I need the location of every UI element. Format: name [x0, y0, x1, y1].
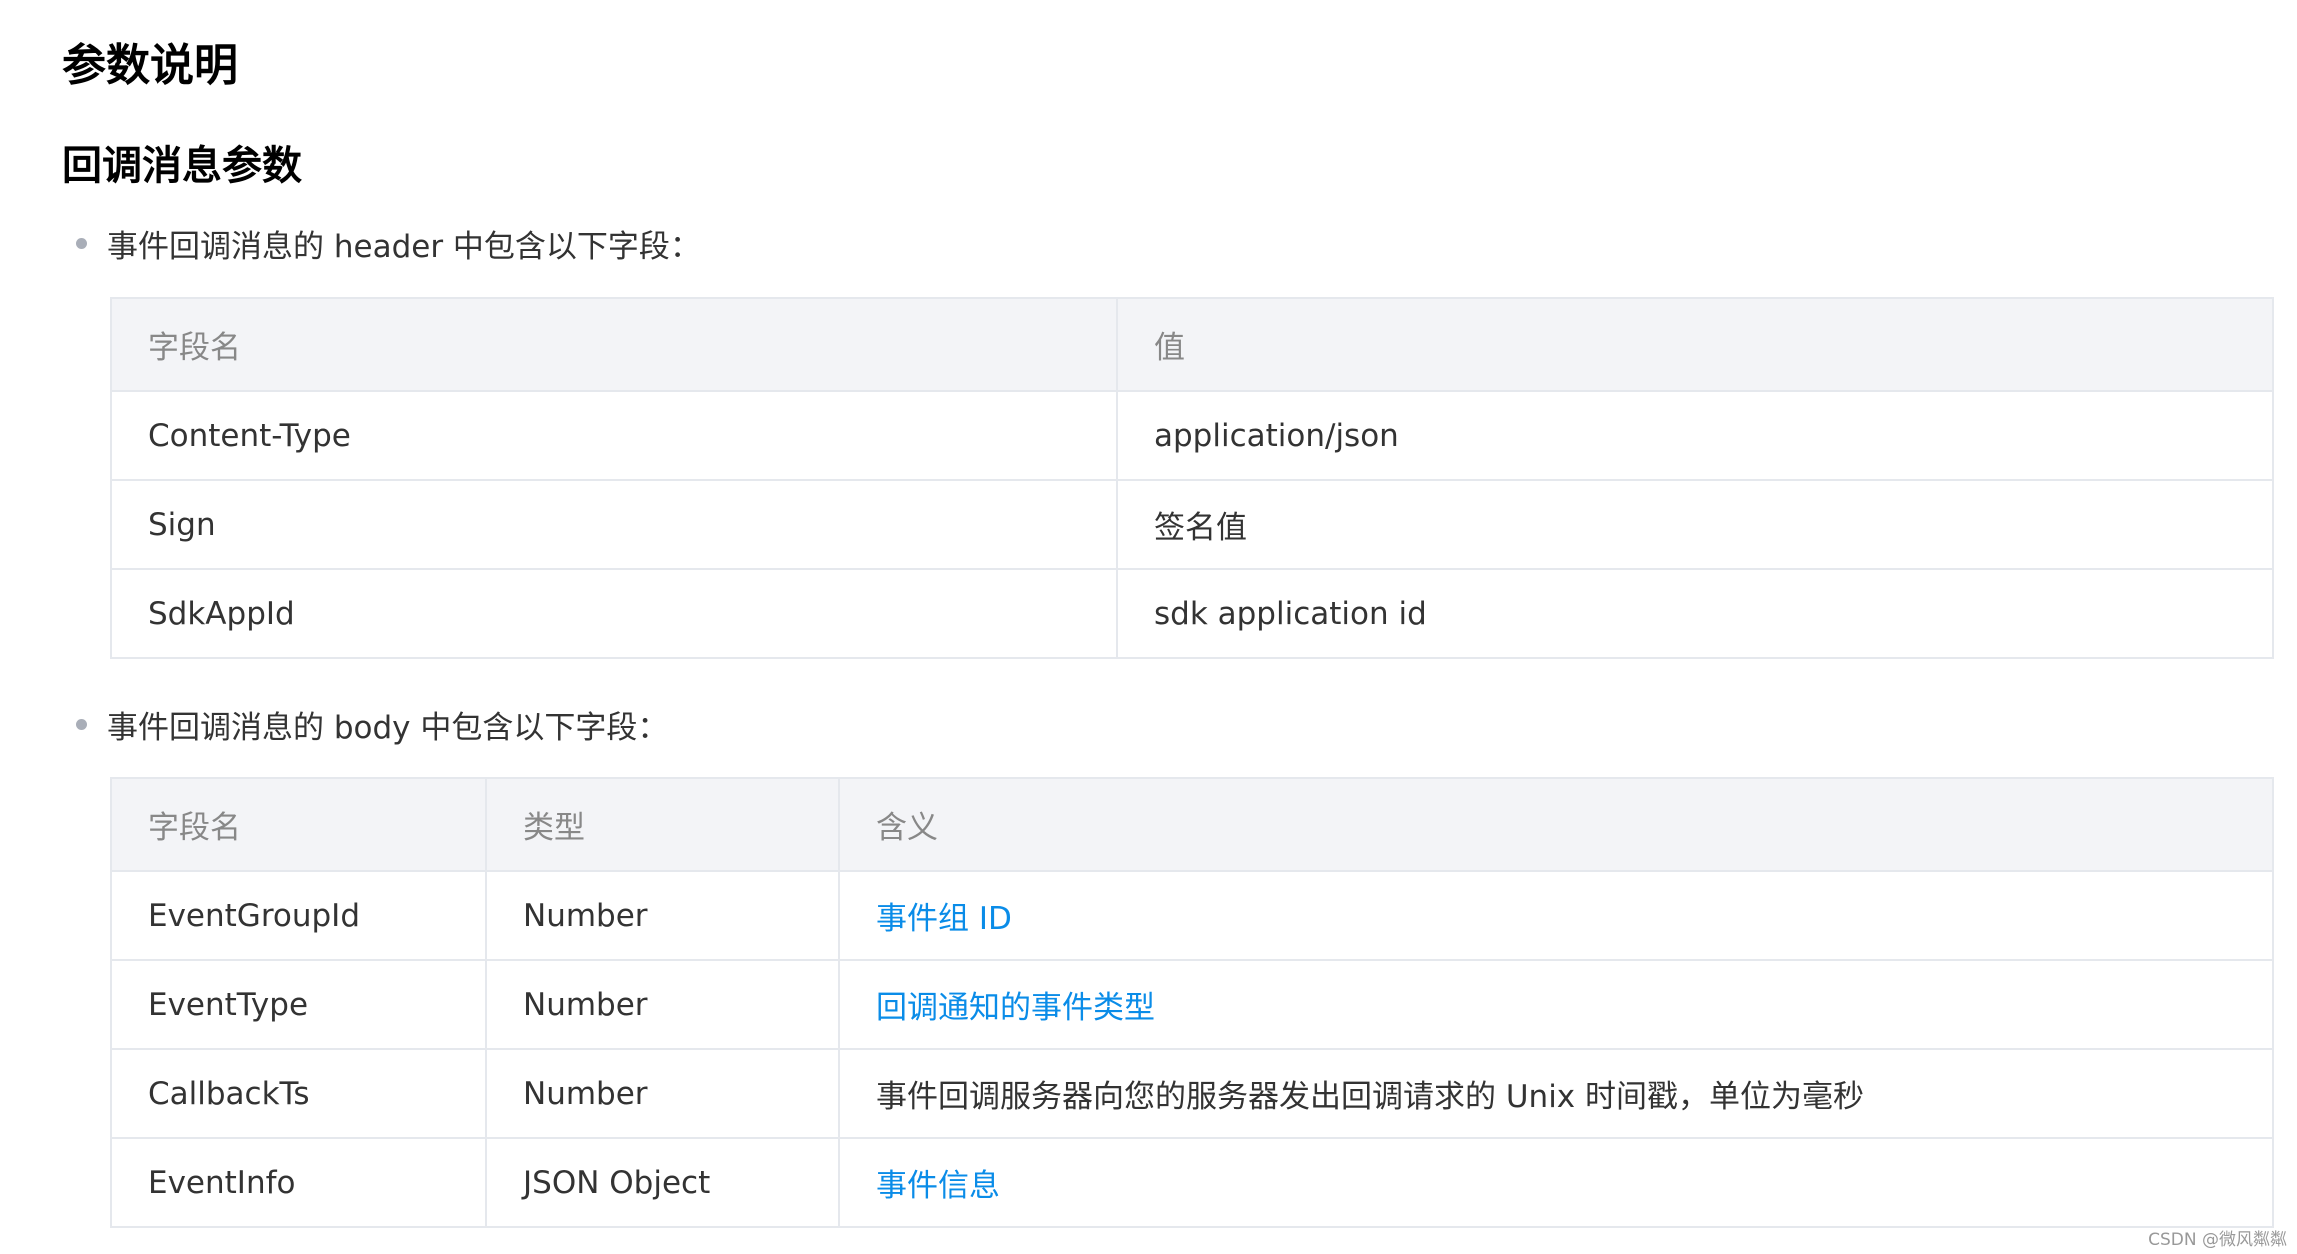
field-type-cell: Number [485, 870, 840, 961]
field-meaning-cell: 事件回调服务器向您的服务器发出回调请求的 Unix 时间戳，单位为毫秒 [838, 1048, 2274, 1139]
field-name-cell: EventGroupId [110, 870, 487, 961]
field-name-cell: SdkAppId [110, 568, 1118, 659]
field-type-cell: Number [485, 1048, 840, 1139]
field-type-cell: JSON Object [485, 1137, 840, 1228]
table-row: Content-Type application/json [110, 390, 2274, 481]
body-fields-bullet: 事件回调消息的 body 中包含以下字段： [76, 694, 668, 754]
field-name-cell: CallbackTs [110, 1048, 487, 1139]
column-header-field-name: 字段名 [110, 777, 487, 872]
header-fields-intro: 事件回调消息的 header 中包含以下字段： [107, 228, 701, 265]
body-fields-table: 字段名 类型 含义 EventGroupId Number 事件组 ID Eve… [110, 777, 2274, 1228]
table-row: EventInfo JSON Object 事件信息 [110, 1137, 2274, 1228]
header-fields-bullet: 事件回调消息的 header 中包含以下字段： [76, 213, 701, 273]
field-value-cell: application/json [1116, 390, 2274, 481]
table-header-row: 字段名 类型 含义 [110, 777, 2274, 872]
watermark: CSDN @微风粼粼 [2148, 1230, 2287, 1250]
header-fields-table: 字段名 值 Content-Type application/json Sign… [110, 297, 2274, 659]
table-row: CallbackTs Number 事件回调服务器向您的服务器发出回调请求的 U… [110, 1048, 2274, 1139]
field-value-cell: sdk application id [1116, 568, 2274, 659]
table-row: Sign 签名值 [110, 479, 2274, 570]
field-name-cell: EventInfo [110, 1137, 487, 1228]
event-group-id-link[interactable]: 事件组 ID [838, 870, 2274, 961]
column-header-value: 值 [1116, 297, 2274, 392]
field-name-cell: EventType [110, 959, 487, 1050]
page-title: 参数说明 [62, 40, 238, 91]
event-info-link[interactable]: 事件信息 [838, 1137, 2274, 1228]
column-header-type: 类型 [485, 777, 840, 872]
section-title: 回调消息参数 [62, 143, 302, 189]
field-name-cell: Sign [110, 479, 1118, 570]
table-row: EventGroupId Number 事件组 ID [110, 870, 2274, 961]
table-row: EventType Number 回调通知的事件类型 [110, 959, 2274, 1050]
bullet-dot-icon [76, 237, 87, 249]
field-value-cell: 签名值 [1116, 479, 2274, 570]
column-header-field-name: 字段名 [110, 297, 1118, 392]
event-type-link[interactable]: 回调通知的事件类型 [838, 959, 2274, 1050]
table-header-row: 字段名 值 [110, 297, 2274, 392]
bullet-dot-icon [76, 718, 87, 730]
body-fields-intro: 事件回调消息的 body 中包含以下字段： [107, 709, 669, 746]
table-row: SdkAppId sdk application id [110, 568, 2274, 659]
document-page: 参数说明 回调消息参数 事件回调消息的 header 中包含以下字段： 字段名 … [0, 0, 2297, 1254]
column-header-meaning: 含义 [838, 777, 2274, 872]
field-type-cell: Number [485, 959, 840, 1050]
field-name-cell: Content-Type [110, 390, 1118, 481]
